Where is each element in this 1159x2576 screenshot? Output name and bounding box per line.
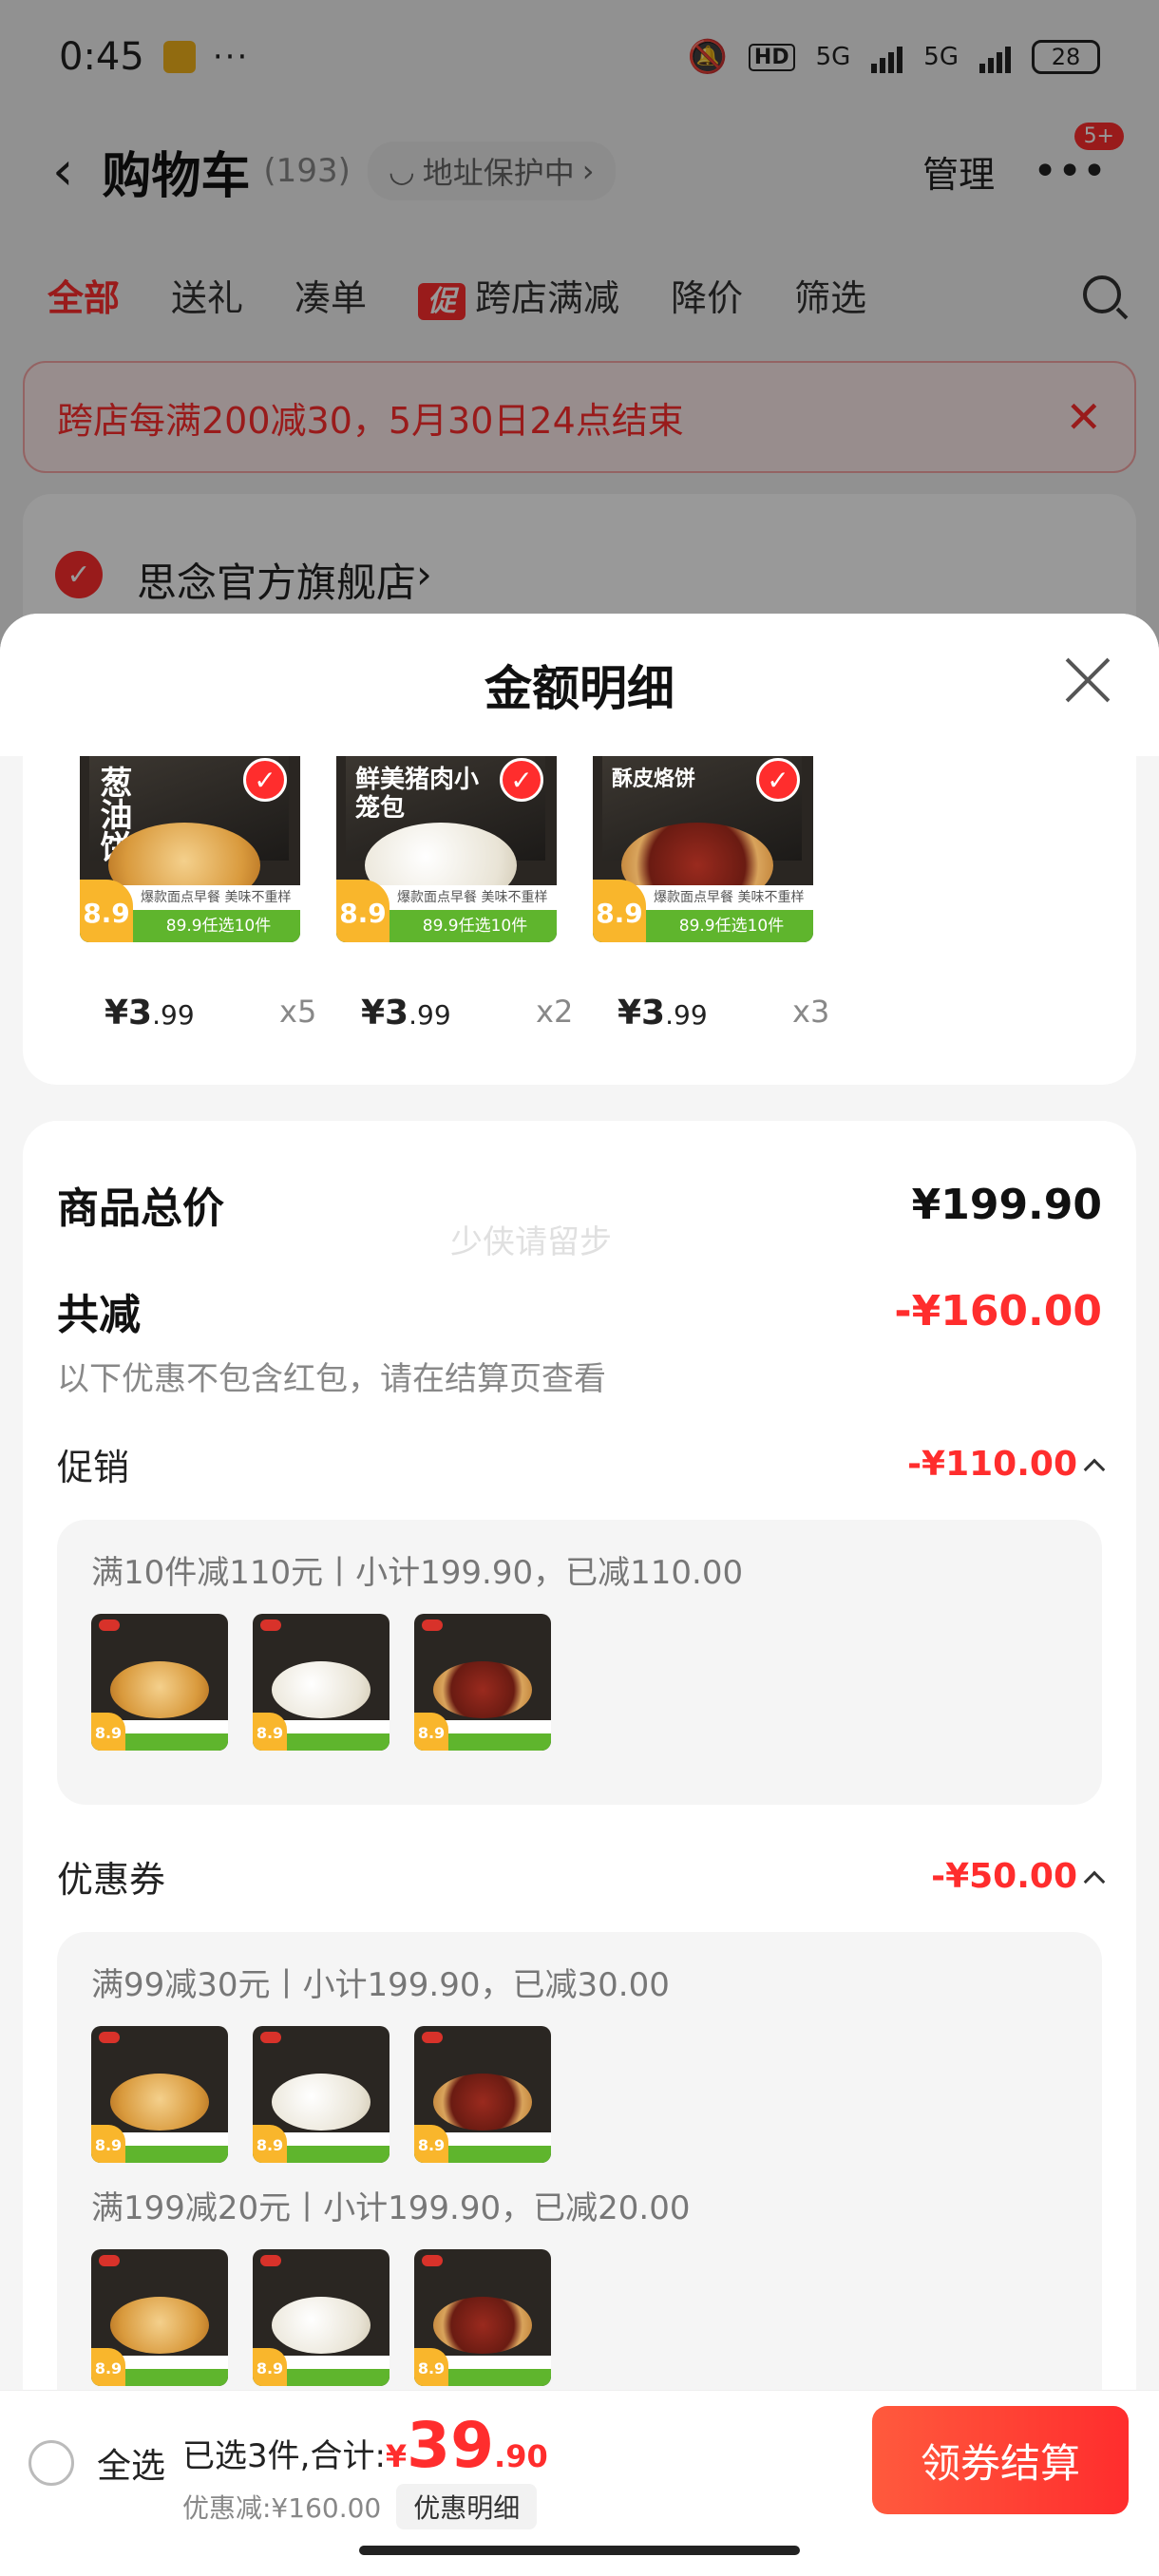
item-price: ¥3.99 <box>104 994 195 1032</box>
reduction-label: 共减 <box>57 1291 141 1339</box>
select-all-toggle[interactable]: 全选 <box>28 2438 165 2488</box>
product-name: 鲜美猪肉小笼包 <box>355 766 480 823</box>
promo-label: 促销 <box>57 1447 130 1488</box>
order-summary: 已选3件,合计: ¥ 39 .90 优惠减:¥160.00 优惠明细 <box>182 2409 548 2529</box>
coupon-rule-text-2: 满199减20元丨小计199.90，已减20.00 <box>91 2189 691 2227</box>
product-name: 酥皮烙饼 <box>612 767 696 791</box>
sheet-title: 金额明细 <box>484 661 674 716</box>
chevron-up-icon[interactable] <box>1083 1870 1106 1892</box>
item-price: ¥3.99 <box>361 994 451 1032</box>
currency-symbol: ¥ <box>385 2438 408 2474</box>
product-thumbnail: 8.9 <box>253 2026 390 2163</box>
checkout-button[interactable]: 领券结算 <box>872 2406 1129 2514</box>
price-tag: 8.9 <box>336 880 390 942</box>
thumb-price-tag: 8.9 <box>414 1713 448 1751</box>
cart-item[interactable]: 鲜美猪肉小笼包 爆款面点早餐 美味不重样 89.9任选10件 8.9 ✓ ¥3.… <box>336 756 573 1085</box>
price-tag: 8.9 <box>593 880 646 942</box>
coupon-label: 优惠券 <box>57 1859 166 1901</box>
home-indicator[interactable] <box>359 2546 800 2555</box>
item-check-icon[interactable]: ✓ <box>500 758 543 802</box>
product-thumbnail: 8.9 <box>414 2026 551 2163</box>
product-thumbnail: 8.9 <box>414 2249 551 2386</box>
total-integer: 39 <box>407 2409 495 2482</box>
sheet-header: 金额明细 <box>0 614 1159 756</box>
product-thumbnail: 8.9 <box>414 1614 551 1751</box>
selected-count-text: 已选3件,合计: <box>182 2437 386 2475</box>
thumb-price-tag: 8.9 <box>253 2348 287 2386</box>
select-all-checkbox[interactable] <box>28 2440 74 2486</box>
product-image: 葱油饼 爆款面点早餐 美味不重样 89.9任选10件 8.9 ✓ <box>80 756 300 942</box>
thumb-price-tag: 8.9 <box>91 2125 125 2163</box>
item-check-icon[interactable]: ✓ <box>243 758 287 802</box>
select-all-label: 全选 <box>97 2447 166 2486</box>
item-quantity: x5 <box>279 994 317 1030</box>
promo-row[interactable]: 促销 -¥110.00 <box>57 1438 1106 1490</box>
item-quantity: x2 <box>536 994 574 1030</box>
promo-value: -¥110.00 <box>907 1445 1077 1484</box>
cart-item[interactable]: 酥皮烙饼 爆款面点早餐 美味不重样 89.9任选10件 8.9 ✓ ¥3.99 … <box>593 756 829 1085</box>
promo-rule-text: 满10件减110元丨小计199.90，已减110.00 <box>91 1554 744 1592</box>
coupon-detail-box: 满99减30元丨小计199.90，已减30.00 8.9 8.9 8.9 满19… <box>57 1932 1102 2464</box>
reduction-row: 共减 -¥160.00 <box>57 1280 1102 1341</box>
coupon-row[interactable]: 优惠券 -¥50.00 <box>57 1850 1106 1903</box>
product-thumbnail: 8.9 <box>91 2026 228 2163</box>
discount-note: 以下优惠不包含红包，请在结算页查看 <box>57 1360 606 1398</box>
total-label: 商品总价 <box>57 1184 224 1233</box>
thumb-price-tag: 8.9 <box>253 2125 287 2163</box>
item-check-icon[interactable]: ✓ <box>756 758 800 802</box>
coupon-value: -¥50.00 <box>931 1857 1077 1896</box>
product-thumbnail: 8.9 <box>253 1614 390 1751</box>
product-thumbnail: 8.9 <box>91 2249 228 2386</box>
reduction-value: -¥160.00 <box>894 1286 1102 1335</box>
total-line: 已选3件,合计: ¥ 39 .90 <box>182 2409 548 2482</box>
total-decimal: .90 <box>494 2438 548 2474</box>
product-image: 酥皮烙饼 爆款面点早餐 美味不重样 89.9任选10件 8.9 ✓ <box>593 756 813 942</box>
close-icon[interactable] <box>1058 653 1112 707</box>
thumb-price-tag: 8.9 <box>414 2125 448 2163</box>
discount-line: 优惠减:¥160.00 优惠明细 <box>182 2484 548 2529</box>
item-quantity: x3 <box>792 994 830 1030</box>
price-detail-card: 少侠请留步 商品总价 ¥199.90 共减 -¥160.00 以下优惠不包含红包… <box>23 1121 1136 2576</box>
total-value: ¥199.90 <box>911 1180 1102 1229</box>
discount-detail-button[interactable]: 优惠明细 <box>396 2484 538 2529</box>
coupon-thumbs-1: 8.9 8.9 8.9 <box>91 2026 1068 2163</box>
product-thumbnail: 8.9 <box>253 2249 390 2386</box>
promo-thumbs: 8.9 8.9 8.9 <box>91 1614 1068 1751</box>
coupon-rule-text-1: 满99减30元丨小计199.90，已减30.00 <box>91 1966 670 2004</box>
price-tag: 8.9 <box>80 880 133 942</box>
amount-detail-sheet: 金额明细 葱油饼 爆款面点早餐 美味不重样 89.9任选10件 8.9 ✓ ¥3… <box>0 614 1159 2576</box>
thumb-price-tag: 8.9 <box>414 2348 448 2386</box>
product-image: 鲜美猪肉小笼包 爆款面点早餐 美味不重样 89.9任选10件 8.9 ✓ <box>336 756 557 942</box>
thumb-price-tag: 8.9 <box>253 1713 287 1751</box>
item-price: ¥3.99 <box>618 994 708 1032</box>
coupon-thumbs-2: 8.9 8.9 8.9 <box>91 2249 1068 2386</box>
total-row: 商品总价 ¥199.90 <box>57 1174 1102 1235</box>
selected-items-card: 葱油饼 爆款面点早餐 美味不重样 89.9任选10件 8.9 ✓ ¥3.99 x… <box>23 756 1136 1085</box>
discount-amount: 优惠减:¥160.00 <box>182 2492 382 2524</box>
thumb-price-tag: 8.9 <box>91 1713 125 1751</box>
thumb-price-tag: 8.9 <box>91 2348 125 2386</box>
cart-item[interactable]: 葱油饼 爆款面点早餐 美味不重样 89.9任选10件 8.9 ✓ ¥3.99 x… <box>80 756 316 1085</box>
chevron-up-icon[interactable] <box>1083 1458 1106 1480</box>
promo-detail-box: 满10件减110元丨小计199.90，已减110.00 8.9 8.9 8.9 <box>57 1520 1102 1805</box>
product-thumbnail: 8.9 <box>91 1614 228 1751</box>
